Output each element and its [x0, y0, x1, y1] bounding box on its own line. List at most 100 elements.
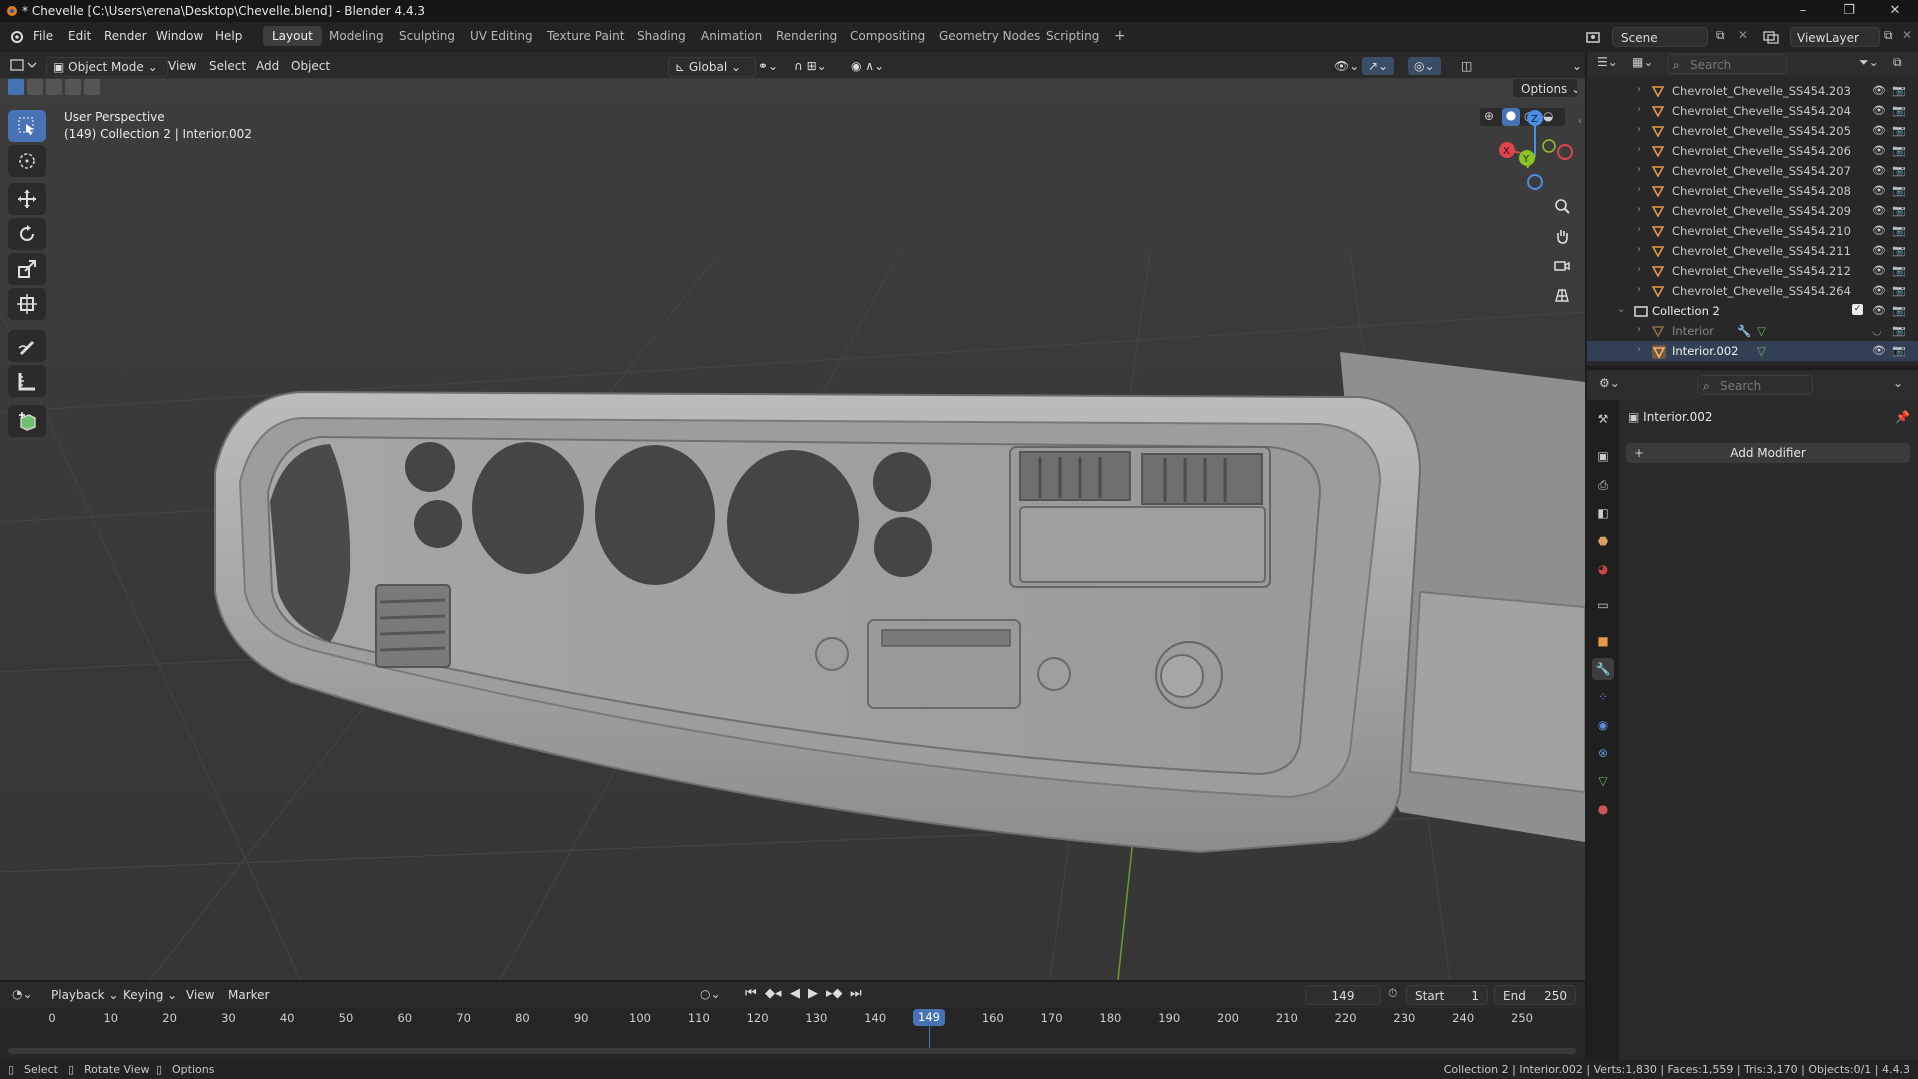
preview-range-icon[interactable]: ⏱ — [1388, 986, 1397, 1001]
new-collection-icon[interactable]: ⧉ — [1893, 55, 1902, 70]
transform-tool[interactable] — [8, 288, 46, 320]
play-icon[interactable]: ▶ — [808, 986, 818, 1001]
object-tab-icon[interactable]: ■ — [1592, 630, 1614, 652]
visibility-eye-icon[interactable]: 👁 — [1872, 344, 1886, 357]
outliner-item[interactable]: › Chevrolet_Chevelle_SS454.208 👁 📷 — [1587, 181, 1918, 201]
zoom-button[interactable] — [1548, 192, 1576, 220]
prev-keyframe-icon[interactable]: ◆◂ — [765, 986, 782, 1001]
mode-dropdown[interactable]: ▣ Object Mode ⌄ — [46, 57, 168, 77]
marker-menu[interactable]: Marker — [222, 986, 275, 1004]
tab-layout[interactable]: Layout — [263, 26, 322, 46]
render-camera-icon[interactable]: 📷 — [1892, 204, 1906, 217]
menu-object[interactable]: Object — [285, 57, 336, 75]
render-camera-icon[interactable]: 📷 — [1892, 84, 1906, 97]
outliner-item[interactable]: › Chevrolet_Chevelle_SS454.211 👁 📷 — [1587, 241, 1918, 261]
editor-type-icon[interactable] — [10, 57, 40, 73]
move-tool[interactable] — [8, 183, 46, 215]
blender-menu-icon[interactable] — [8, 30, 24, 44]
outliner-item-active[interactable]: › Interior.002 ▽ 👁 📷 — [1587, 341, 1918, 361]
modifier-tab-icon[interactable]: 🔧 — [1592, 658, 1614, 680]
output-tab-icon[interactable]: ⎙ — [1592, 474, 1614, 496]
expand-icon[interactable]: › — [1637, 224, 1641, 235]
measure-tool[interactable] — [8, 365, 46, 397]
collapse-sidebar-icon[interactable]: ‹ — [1578, 116, 1582, 127]
timeline-view-menu[interactable]: View — [180, 986, 220, 1004]
physics-tab-icon[interactable]: ◉ — [1592, 714, 1614, 736]
outliner-item[interactable]: › Chevrolet_Chevelle_SS454.264 👁 📷 — [1587, 281, 1918, 301]
scene-tab-icon[interactable]: ⬣ — [1592, 530, 1614, 552]
outliner-item[interactable]: › Chevrolet_Chevelle_SS454.205 👁 📷 — [1587, 121, 1918, 141]
visibility-icon[interactable]: 👁⌄ — [1328, 57, 1365, 75]
render-camera-icon[interactable]: 📷 — [1892, 104, 1906, 117]
visibility-eye-icon[interactable]: 👁 — [1872, 264, 1886, 277]
exclude-checkbox[interactable]: ✓ — [1852, 304, 1863, 315]
render-camera-icon[interactable]: 📷 — [1892, 144, 1906, 157]
visibility-eye-icon[interactable]: 👁 — [1872, 304, 1886, 317]
outliner-item[interactable]: › Chevrolet_Chevelle_SS454.206 👁 📷 — [1587, 141, 1918, 161]
timeline-scrollbar[interactable] — [8, 1048, 1576, 1054]
menu-window[interactable]: Window — [156, 29, 203, 43]
render-tab-icon[interactable]: ▣ — [1592, 445, 1614, 467]
tab-rendering[interactable]: Rendering — [767, 26, 846, 46]
constraints-tab-icon[interactable]: ⊗ — [1592, 742, 1614, 764]
keying-dropdown[interactable]: Keying ⌄ — [117, 986, 183, 1004]
render-camera-icon[interactable]: 📷 — [1892, 284, 1906, 297]
data-tab-icon[interactable]: ▽ — [1592, 770, 1614, 792]
menu-file[interactable]: File — [33, 29, 53, 43]
next-keyframe-icon[interactable]: ▸◆ — [826, 986, 843, 1001]
jump-end-icon[interactable]: ⏭ — [850, 986, 862, 1001]
outliner-item[interactable]: › Chevrolet_Chevelle_SS454.204 👁 📷 — [1587, 101, 1918, 121]
add-cube-tool[interactable] — [8, 405, 46, 437]
render-camera-icon[interactable]: 📷 — [1892, 124, 1906, 137]
expand-icon[interactable]: › — [1637, 204, 1641, 215]
tab-compositing[interactable]: Compositing — [841, 26, 934, 46]
visibility-eye-icon[interactable]: 👁 — [1872, 144, 1886, 157]
render-camera-icon[interactable]: 📷 — [1892, 264, 1906, 277]
jump-start-icon[interactable]: ⏮ — [745, 986, 757, 1001]
outliner-item[interactable]: › Chevrolet_Chevelle_SS454.212 👁 📷 — [1587, 261, 1918, 281]
proportional-edit-icon[interactable]: ◉ ∧⌄ — [845, 57, 890, 75]
neg-x-axis-icon[interactable] — [1557, 144, 1573, 160]
scale-tool[interactable] — [8, 253, 46, 285]
shading-options-icon[interactable]: ⌄ — [1566, 57, 1588, 75]
tab-shading[interactable]: Shading — [628, 26, 695, 46]
visibility-eye-icon[interactable]: 👁 — [1872, 124, 1886, 137]
new-scene-icon[interactable]: ⧉ — [1716, 28, 1734, 46]
add-modifier-button[interactable]: + Add Modifier — [1626, 443, 1910, 463]
render-camera-icon[interactable]: 📷 — [1892, 184, 1906, 197]
wireframe-shading-icon[interactable]: ⊕ — [1484, 109, 1494, 123]
visibility-eye-icon[interactable]: 👁 — [1872, 204, 1886, 217]
tool-tab-icon[interactable]: ⚒ — [1592, 408, 1614, 430]
expand-icon[interactable]: › — [1637, 244, 1641, 255]
tab-animation[interactable]: Animation — [692, 26, 771, 46]
xray-icon[interactable]: ◫ — [1455, 57, 1478, 75]
render-camera-icon[interactable]: 📷 — [1892, 224, 1906, 237]
render-camera-icon[interactable]: 📷 — [1892, 344, 1906, 357]
menu-edit[interactable]: Edit — [68, 29, 91, 43]
remove-view-layer-icon[interactable]: ✕ — [1902, 28, 1912, 42]
visibility-eye-icon[interactable]: 👁 — [1872, 224, 1886, 237]
view-layer-field[interactable]: ViewLayer — [1790, 27, 1880, 47]
select-box-tool[interactable] — [8, 110, 46, 142]
navigation-gizmo[interactable]: Z X Y — [1495, 108, 1575, 193]
tab-texture-paint[interactable]: Texture Paint — [538, 26, 633, 46]
outliner-search-input[interactable]: ⌕ Search — [1667, 54, 1787, 74]
orientation-dropdown[interactable]: ⊾ Global ⌄ — [668, 57, 756, 77]
minimize-button[interactable]: – — [1780, 0, 1826, 22]
tab-scripting[interactable]: Scripting — [1037, 26, 1108, 46]
expand-icon[interactable]: › — [1637, 164, 1641, 175]
pan-button[interactable] — [1548, 222, 1576, 250]
neg-y-axis-icon[interactable] — [1542, 139, 1556, 153]
select-extend-icon[interactable] — [27, 79, 43, 95]
snap-icon[interactable]: ∩ ⊞⌄ — [788, 57, 833, 75]
visibility-eye-icon[interactable]: 👁 — [1872, 164, 1886, 177]
expand-icon[interactable]: › — [1637, 284, 1641, 295]
close-button[interactable]: ✕ — [1872, 0, 1918, 22]
expand-icon[interactable]: › — [1637, 324, 1641, 335]
start-frame-field[interactable]: Start 1 — [1406, 985, 1488, 1005]
hidden-eye-icon[interactable]: ◡ — [1872, 324, 1882, 337]
tab-modeling[interactable]: Modeling — [320, 26, 393, 46]
outliner-collection[interactable]: ⌄ Collection 2 ✓ 👁 📷 — [1587, 301, 1918, 321]
select-invert-icon[interactable] — [65, 79, 81, 95]
outliner-item[interactable]: › Chevrolet_Chevelle_SS454.209 👁 📷 — [1587, 201, 1918, 221]
